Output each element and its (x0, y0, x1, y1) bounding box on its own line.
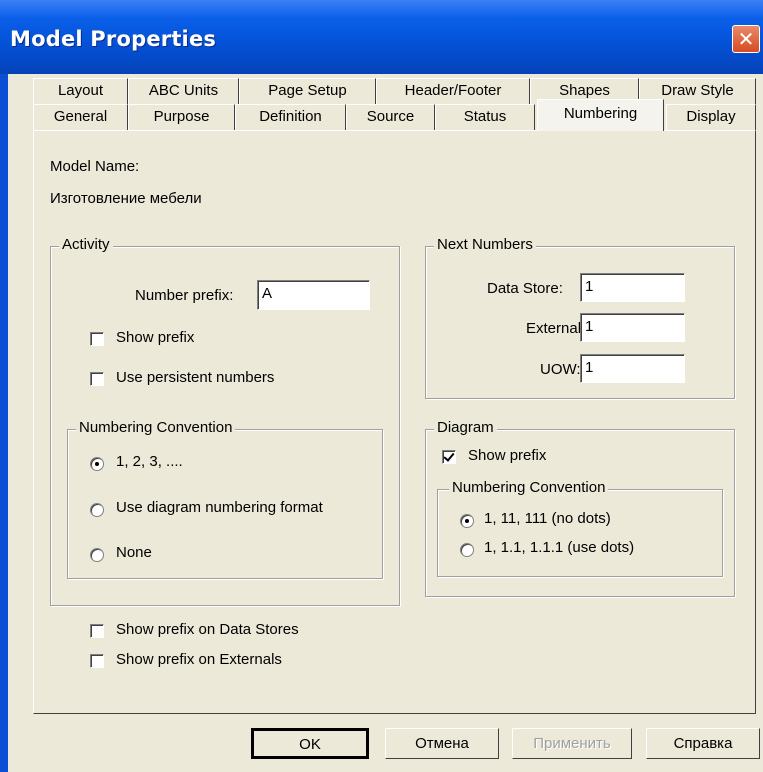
tab-general[interactable]: General (33, 104, 128, 130)
diagram-convention-legend: Numbering Convention (449, 479, 609, 496)
diagram-show-prefix-label: Show prefix (468, 447, 547, 464)
close-icon: ✕ (737, 27, 755, 51)
diagram-no-dots-label: 1, 11, 111 (no dots) (484, 510, 611, 527)
prefix-externals-checkbox[interactable] (90, 654, 104, 668)
tab-page-setup[interactable]: Page Setup (239, 78, 376, 104)
show-prefix-label: Show prefix (116, 329, 195, 346)
ok-button[interactable]: OK (251, 728, 369, 759)
prefix-data-stores-label: Show prefix on Data Stores (116, 621, 299, 638)
diagram-numbering-convention-group: Numbering Convention (437, 479, 723, 577)
uow-input[interactable]: 1 (580, 354, 685, 383)
diagram-show-prefix-checkbox[interactable] (442, 450, 456, 464)
uow-label: UOW: (540, 361, 581, 378)
convention-none-label: None (116, 544, 152, 561)
window-title: Model Properties (10, 27, 217, 51)
external-label: External: (526, 320, 586, 337)
show-prefix-checkbox[interactable] (90, 332, 104, 346)
tab-numbering[interactable]: Numbering (537, 99, 664, 131)
diagram-use-dots-radio[interactable] (460, 543, 474, 557)
model-name-label: Model Name: (50, 158, 140, 175)
diagram-legend: Diagram (434, 419, 497, 436)
tab-purpose[interactable]: Purpose (128, 104, 235, 130)
convention-none-radio[interactable] (90, 548, 104, 562)
prefix-data-stores-checkbox[interactable] (90, 624, 104, 638)
convention-123-radio[interactable] (90, 457, 104, 471)
number-prefix-input[interactable]: A (257, 280, 370, 310)
model-properties-dialog: Model Properties ✕ Layout ABC Units Page… (0, 0, 763, 772)
convention-123-label: 1, 2, 3, .... (116, 453, 183, 470)
apply-button[interactable]: Применить (512, 728, 632, 759)
tab-source[interactable]: Source (346, 104, 435, 130)
tab-display[interactable]: Display (666, 104, 756, 130)
close-button[interactable]: ✕ (732, 25, 760, 53)
number-prefix-label: Number prefix: (135, 287, 234, 304)
title-bar[interactable]: Model Properties ✕ (0, 0, 763, 74)
convention-diagram-format-label: Use diagram numbering format (116, 499, 323, 516)
convention-diagram-format-radio[interactable] (90, 503, 104, 517)
tab-definition[interactable]: Definition (235, 104, 346, 130)
tab-header-footer[interactable]: Header/Footer (376, 78, 530, 104)
model-name-value: Изготовление мебели (50, 190, 202, 207)
prefix-externals-label: Show prefix on Externals (116, 651, 282, 668)
activity-legend: Activity (59, 236, 113, 253)
persistent-numbers-checkbox[interactable] (90, 372, 104, 386)
data-store-label: Data Store: (487, 280, 563, 297)
next-numbers-legend: Next Numbers (434, 236, 536, 253)
help-button[interactable]: Справка (646, 728, 760, 759)
cancel-button[interactable]: Отмена (385, 728, 499, 759)
activity-convention-legend: Numbering Convention (76, 419, 236, 436)
tab-layout[interactable]: Layout (33, 78, 128, 104)
tab-abc-units[interactable]: ABC Units (128, 78, 239, 104)
tab-status[interactable]: Status (435, 104, 535, 130)
external-input[interactable]: 1 (580, 313, 685, 342)
data-store-input[interactable]: 1 (580, 273, 685, 302)
diagram-no-dots-radio[interactable] (460, 514, 474, 528)
persistent-numbers-label: Use persistent numbers (116, 369, 275, 386)
diagram-use-dots-label: 1, 1.1, 1.1.1 (use dots) (484, 539, 635, 556)
window-frame (0, 74, 8, 772)
